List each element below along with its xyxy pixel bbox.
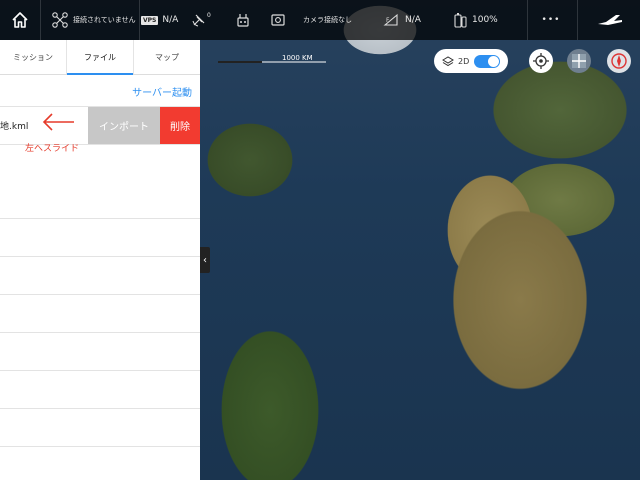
collapse-panel-button[interactable]: ‹: [200, 247, 210, 273]
list-item: [0, 409, 200, 447]
layers-icon: [442, 56, 454, 67]
aircraft-status[interactable]: 接続されていません: [52, 0, 136, 40]
tab-files[interactable]: ファイル: [67, 40, 134, 75]
list-item: [0, 371, 200, 409]
2d-toggle[interactable]: 2D: [434, 49, 508, 73]
camera-status-text: カメラ接続なし: [303, 16, 352, 24]
camera-icon: [271, 14, 285, 26]
map-type-button[interactable]: [567, 49, 591, 73]
2d-label: 2D: [458, 56, 470, 66]
delete-button[interactable]: 削除: [160, 107, 200, 144]
compass-icon: [611, 53, 627, 69]
file-row[interactable]: 地.kml インポート 削除: [0, 106, 200, 145]
connection-status-text: 接続されていません: [73, 16, 136, 24]
vision-value: N/A: [162, 15, 179, 25]
battery-icon: [454, 13, 467, 28]
vision-icon: VPS: [141, 15, 159, 25]
camera-status[interactable]: カメラ接続なし: [271, 0, 352, 40]
vision-status[interactable]: VPS N/A: [141, 0, 178, 40]
panel-tabs: ミッション ファイル マップ: [0, 40, 200, 75]
map-scale-label: 1000 KM: [282, 54, 313, 62]
gps-signal-icon: F: [383, 13, 398, 26]
list-item: [0, 181, 200, 219]
list-item: [0, 447, 200, 480]
satellite-signal[interactable]: 0: [191, 0, 211, 40]
files-panel: ミッション ファイル マップ サーバー起動 地.kml インポート 削除 左へス…: [0, 40, 200, 480]
status-bar: 接続されていません VPS N/A 0 カメラ接続なし F N/A 100% •…: [0, 0, 640, 40]
tab-mission[interactable]: ミッション: [0, 40, 67, 74]
flight-mode-button[interactable]: [588, 0, 632, 40]
list-item: [0, 295, 200, 333]
list-item: [0, 333, 200, 371]
satellite-count: 0: [207, 11, 211, 19]
remote-controller-icon: [237, 14, 249, 27]
more-button[interactable]: •••: [528, 0, 574, 40]
airplane-icon: [598, 15, 622, 25]
list-item: [0, 219, 200, 257]
import-button[interactable]: インポート: [88, 107, 160, 144]
divider: [139, 0, 140, 40]
locate-button[interactable]: [529, 49, 553, 73]
start-server-button[interactable]: サーバー起動: [132, 84, 192, 99]
swipe-hint: 左へスライド: [25, 144, 80, 154]
compass-button[interactable]: [607, 49, 631, 73]
remote-controller-status[interactable]: [235, 0, 251, 40]
swipe-left-arrow: [42, 113, 74, 131]
2d-switch[interactable]: [474, 55, 500, 68]
gps-status[interactable]: F N/A: [383, 0, 421, 40]
divider: [577, 0, 578, 40]
crosshair-icon: [533, 53, 549, 69]
tab-map[interactable]: マップ: [134, 40, 200, 74]
file-name: 地.kml: [0, 122, 29, 132]
satellite-map-icon: [572, 54, 586, 68]
satellite-icon: [192, 14, 205, 27]
gps-value: N/A: [405, 15, 421, 25]
battery-value: 100%: [472, 15, 498, 25]
home-button[interactable]: [0, 0, 41, 40]
list-item: [0, 257, 200, 295]
battery-status[interactable]: 100%: [454, 0, 498, 40]
svg-text:F: F: [386, 17, 390, 24]
drone-icon: [52, 12, 68, 28]
home-icon: [12, 12, 28, 28]
